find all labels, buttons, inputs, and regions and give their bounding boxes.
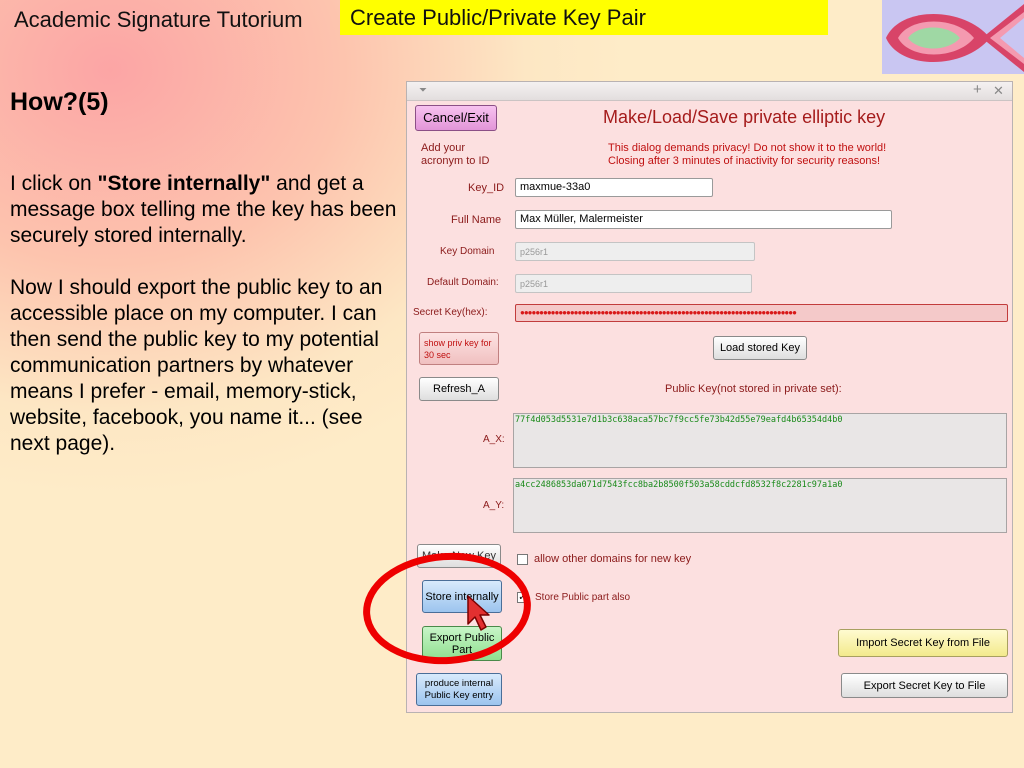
fish-logo-icon <box>886 4 1024 72</box>
key-domain-label: Key Domain <box>440 246 495 257</box>
a-x-textarea[interactable]: 77f4d053d5531e7d1b3c638aca57bc7f9cc5fe73… <box>513 413 1007 468</box>
instruction-paragraph-2: Now I should export the public key to an… <box>10 276 383 455</box>
para1-text-start: I click on <box>10 172 98 195</box>
a-y-textarea[interactable]: a4cc2486853da071d7543fcc8ba2b8500f503a58… <box>513 478 1007 533</box>
close-icon[interactable]: ✕ <box>993 83 1004 99</box>
maximize-icon[interactable]: + <box>973 81 982 98</box>
store-public-label: Store Public part also <box>535 592 631 603</box>
default-domain-label: Default Domain: <box>427 277 499 288</box>
dialog-titlebar: ⏷ + ✕ <box>407 81 1012 101</box>
public-key-label: Public Key(not stored in private set): <box>665 383 842 395</box>
para1-bold-text: "Store internally" <box>97 172 271 195</box>
privacy-notice-line1: This dialog demands privacy! Do not show… <box>608 142 887 154</box>
tutorium-title: Academic Signature Tutorium <box>14 7 303 32</box>
add-acronym-label: Add your acronym to ID <box>421 142 490 167</box>
header-banner: Create Public/Private Key Pair <box>340 0 828 35</box>
show-priv-key-button[interactable]: show priv key for 30 sec <box>419 332 499 365</box>
logo <box>882 0 1024 74</box>
window-menu-icon[interactable]: ⏷ <box>419 85 427 96</box>
allow-domains-checkbox[interactable] <box>517 554 528 565</box>
key-id-field[interactable]: maxmue-33a0 <box>515 178 713 197</box>
default-domain-field: p256r1 <box>515 274 752 293</box>
key-id-label: Key_ID <box>468 182 505 194</box>
produce-internal-entry-button[interactable]: produce internal Public Key entry <box>416 673 502 706</box>
secret-key-label: Secret Key(hex): <box>413 307 488 318</box>
mouse-pointer-icon <box>467 595 490 631</box>
privacy-notice-line2: Closing after 3 minutes of inactivity fo… <box>608 155 881 167</box>
full-name-label: Full Name <box>451 214 502 226</box>
secret-key-field[interactable]: ●●●●●●●●●●●●●●●●●●●●●●●●●●●●●●●●●●●●●●●●… <box>515 304 1008 322</box>
instruction-paragraph-1: I click on "Store internally" and get a … <box>10 171 400 249</box>
cancel-exit-button[interactable]: Cancel/Exit <box>415 105 497 131</box>
load-stored-key-button[interactable]: Load stored Key <box>713 336 807 360</box>
slide-heading: How?(5) <box>10 88 109 116</box>
dialog-title: Make/Load/Save private elliptic key <box>603 107 886 127</box>
key-domain-field: p256r1 <box>515 242 755 261</box>
banner-title: Create Public/Private Key Pair <box>350 5 646 30</box>
import-secret-key-button[interactable]: Import Secret Key from File <box>838 629 1008 657</box>
allow-domains-label: allow other domains for new key <box>534 553 692 565</box>
a-y-label: A_Y: <box>483 500 505 511</box>
refresh-a-button[interactable]: Refresh_A <box>419 377 499 401</box>
full-name-field[interactable]: Max Müller, Malermeister <box>515 210 892 229</box>
a-x-label: A_X: <box>483 434 505 445</box>
export-secret-key-button[interactable]: Export Secret Key to File <box>841 673 1008 698</box>
